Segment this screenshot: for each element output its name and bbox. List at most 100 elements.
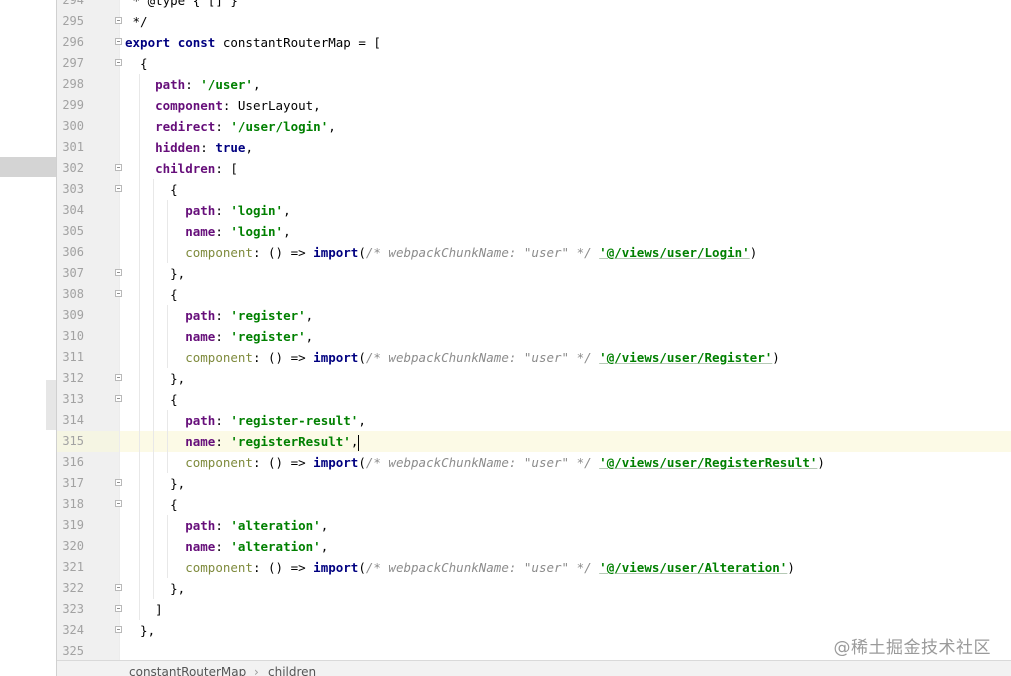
code-line[interactable]: 322 }, — [0, 578, 1011, 599]
watermark: @稀土掘金技术社区 — [833, 638, 991, 658]
code-text: name: 'login', — [185, 224, 291, 239]
code-line[interactable]: 297 { — [0, 53, 1011, 74]
code-line[interactable]: 308 { — [0, 284, 1011, 305]
code-text: name: 'registerResult', — [185, 434, 360, 451]
code-text: export const constantRouterMap = [ — [125, 35, 381, 50]
code-line[interactable]: 300 redirect: '/user/login', — [0, 116, 1011, 137]
code-text: * @type { [] } — [125, 0, 238, 8]
code-text: { — [125, 182, 178, 197]
line-number: 319 — [62, 518, 84, 532]
code-text: }, — [125, 623, 156, 638]
code-line[interactable]: 318 { — [0, 494, 1011, 515]
line-number: 316 — [62, 455, 84, 469]
line-number: 313 — [62, 392, 84, 406]
code-text: hidden: true, — [155, 140, 253, 155]
fold-toggle-icon[interactable] — [115, 605, 122, 612]
code-text: path: 'alteration', — [185, 518, 329, 533]
fold-toggle-icon[interactable] — [115, 584, 122, 591]
code-line[interactable]: 295 */ — [0, 11, 1011, 32]
code-line[interactable]: 310 name: 'register', — [0, 326, 1011, 347]
code-text: name: 'register', — [185, 329, 314, 344]
code-text: component: () => import(/* webpackChunkN… — [185, 560, 795, 575]
line-number: 314 — [62, 413, 84, 427]
code-text: }, — [125, 581, 186, 596]
line-number: 320 — [62, 539, 84, 553]
code-line[interactable]: 314 path: 'register-result', — [0, 410, 1011, 431]
line-number: 295 — [62, 14, 84, 28]
code-editor[interactable]: 294 * @type { [] } 295 */296 export const … — [0, 0, 1011, 676]
breadcrumb-item-constant-router-map[interactable]: constantRouterMap — [129, 661, 246, 676]
line-number: 324 — [62, 623, 84, 637]
code-line[interactable]: 323 ] — [0, 599, 1011, 620]
line-number: 303 — [62, 182, 84, 196]
code-text: path: 'register-result', — [185, 413, 366, 428]
fold-toggle-icon[interactable] — [115, 269, 122, 276]
code-line[interactable]: 306 component: () => import(/* webpackCh… — [0, 242, 1011, 263]
line-number: 297 — [62, 56, 84, 70]
code-text: redirect: '/user/login', — [155, 119, 336, 134]
code-line[interactable]: 315 name: 'registerResult', — [0, 431, 1011, 452]
fold-toggle-icon[interactable] — [115, 185, 122, 192]
code-line[interactable]: 296 export const constantRouterMap = [ — [0, 32, 1011, 53]
line-number: 309 — [62, 308, 84, 322]
fold-toggle-icon[interactable] — [115, 164, 122, 171]
line-number: 296 — [62, 35, 84, 49]
code-line[interactable]: 309 path: 'register', — [0, 305, 1011, 326]
code-text: { — [125, 287, 178, 302]
code-line[interactable]: 307 }, — [0, 263, 1011, 284]
line-number: 310 — [62, 329, 84, 343]
line-number: 308 — [62, 287, 84, 301]
fold-toggle-icon[interactable] — [115, 626, 122, 633]
text-cursor — [358, 434, 360, 451]
line-number: 298 — [62, 77, 84, 91]
breadcrumb-separator: › — [254, 665, 259, 676]
code-text: children: [ — [155, 161, 238, 176]
code-line[interactable]: 320 name: 'alteration', — [0, 536, 1011, 557]
line-number: 323 — [62, 602, 84, 616]
code-line[interactable]: 294 * @type { [] } — [0, 0, 1011, 11]
code-text: }, — [125, 371, 186, 386]
code-line[interactable]: 311 component: () => import(/* webpackCh… — [0, 347, 1011, 368]
line-number: 318 — [62, 497, 84, 511]
line-number: 294 — [62, 0, 84, 7]
code-line[interactable]: 303 { — [0, 179, 1011, 200]
line-number: 322 — [62, 581, 84, 595]
code-line[interactable]: 301 hidden: true, — [0, 137, 1011, 158]
code-text: { — [125, 56, 148, 71]
code-line[interactable]: 298 path: '/user', — [0, 74, 1011, 95]
fold-toggle-icon[interactable] — [115, 38, 122, 45]
code-line[interactable]: 321 component: () => import(/* webpackCh… — [0, 557, 1011, 578]
code-text: component: () => import(/* webpackChunkN… — [185, 245, 758, 260]
code-line[interactable]: 302 children: [ — [0, 158, 1011, 179]
code-text: component: UserLayout, — [155, 98, 321, 113]
code-text: path: '/user', — [155, 77, 261, 92]
code-text: }, — [125, 476, 186, 491]
fold-toggle-icon[interactable] — [115, 479, 122, 486]
code-line[interactable]: 312 }, — [0, 368, 1011, 389]
code-text: path: 'login', — [185, 203, 291, 218]
line-number: 325 — [62, 644, 84, 658]
code-line[interactable]: 317 }, — [0, 473, 1011, 494]
code-line[interactable]: 316 component: () => import(/* webpackCh… — [0, 452, 1011, 473]
code-text: { — [125, 497, 178, 512]
code-line[interactable]: 299 component: UserLayout, — [0, 95, 1011, 116]
breadcrumb-item-children[interactable]: children — [268, 661, 316, 676]
line-number: 311 — [62, 350, 84, 364]
code-line[interactable]: 313 { — [0, 389, 1011, 410]
code-text: */ — [125, 14, 148, 29]
fold-toggle-icon[interactable] — [115, 290, 122, 297]
code-line[interactable]: 305 name: 'login', — [0, 221, 1011, 242]
fold-toggle-icon[interactable] — [115, 17, 122, 24]
fold-toggle-icon[interactable] — [115, 395, 122, 402]
line-number: 315 — [62, 434, 84, 448]
fold-toggle-icon[interactable] — [115, 59, 122, 66]
fold-toggle-icon[interactable] — [115, 374, 122, 381]
code-line[interactable]: 319 path: 'alteration', — [0, 515, 1011, 536]
line-number: 307 — [62, 266, 84, 280]
code-text: name: 'alteration', — [185, 539, 329, 554]
code-text: ] — [125, 602, 163, 617]
code-line[interactable]: 304 path: 'login', — [0, 200, 1011, 221]
fold-toggle-icon[interactable] — [115, 500, 122, 507]
code-text: { — [125, 392, 178, 407]
line-number: 305 — [62, 224, 84, 238]
